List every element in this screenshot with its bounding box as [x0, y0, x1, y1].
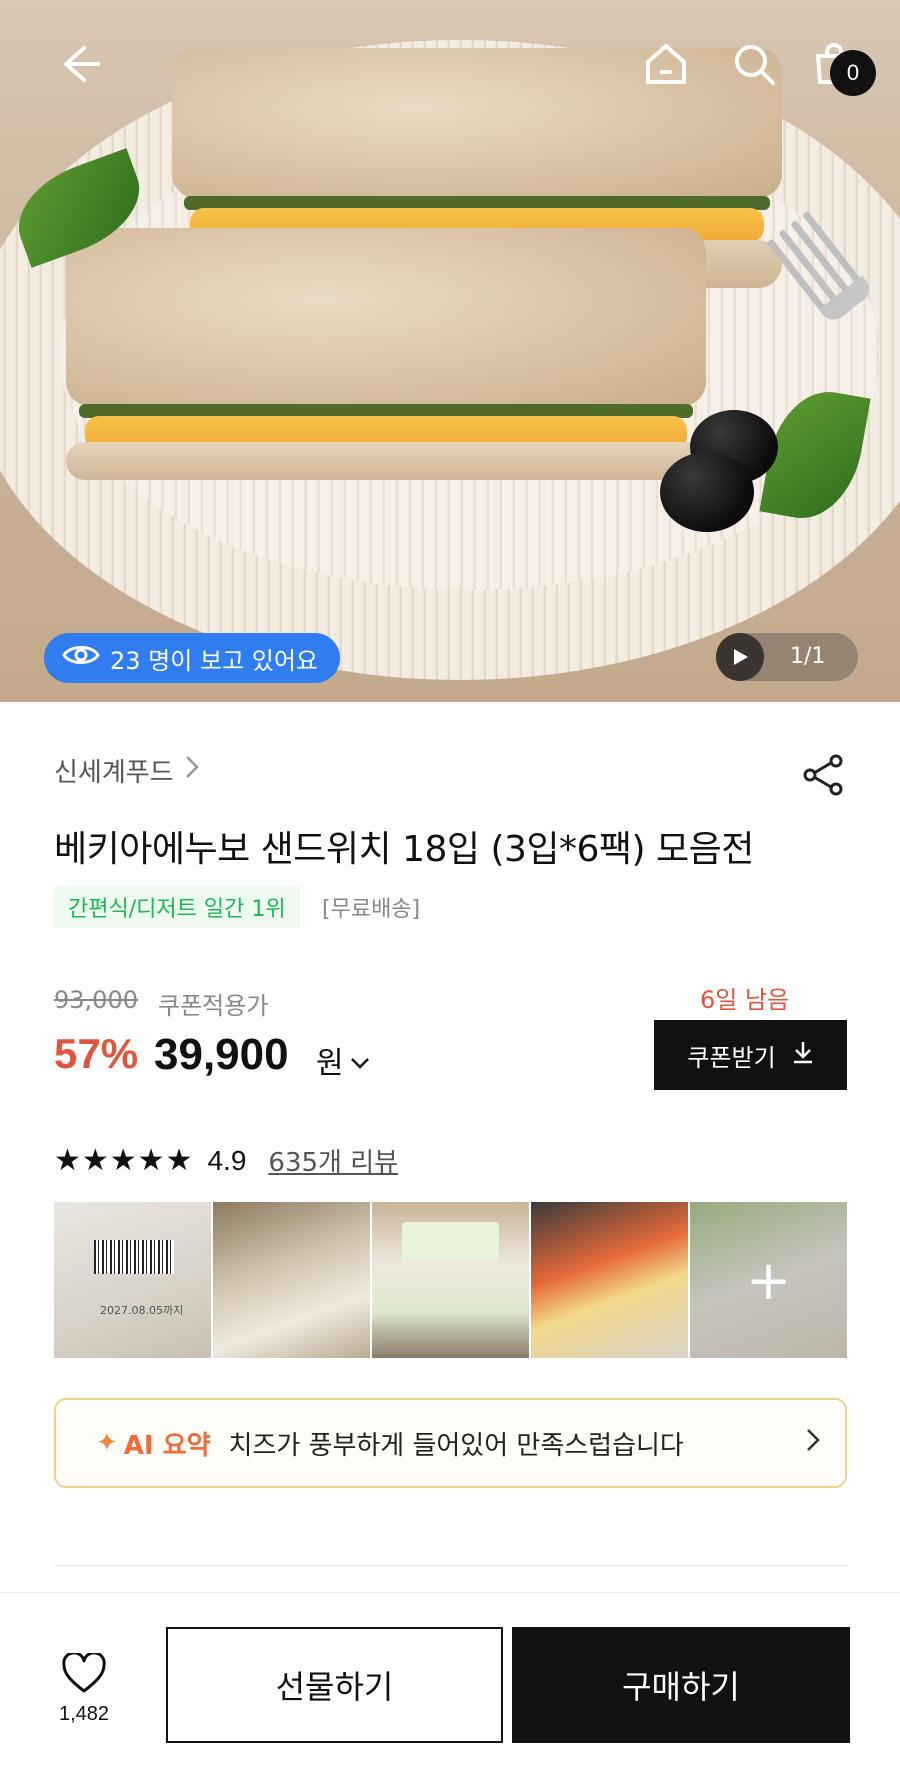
- review-photo[interactable]: 2027.08.05까지: [54, 1202, 211, 1358]
- discount-rate: 57%: [54, 1030, 139, 1077]
- review-photo[interactable]: [531, 1202, 688, 1358]
- original-price: 93,000: [54, 986, 138, 1014]
- olive-graphic: [660, 452, 754, 532]
- section-divider: [54, 1565, 847, 1566]
- image-pager: 1/1: [790, 644, 826, 669]
- sparkle-icon: ✦: [96, 1428, 118, 1458]
- free-shipping-label: [무료배송]: [322, 897, 421, 922]
- home-icon[interactable]: [636, 34, 696, 94]
- search-icon[interactable]: [724, 34, 784, 94]
- ai-summary-banner[interactable]: ✦ AI 요약 치즈가 풍부하게 들어있어 만족스럽습니다: [54, 1398, 847, 1488]
- gift-button[interactable]: 선물하기: [166, 1627, 503, 1743]
- price-detail-toggle[interactable]: 원: [316, 1038, 370, 1082]
- ai-summary-text: 치즈가 풍부하게 들어있어 만족스럽습니다: [228, 1430, 684, 1461]
- photo-date-text: 2027.08.05까지: [100, 1304, 184, 1317]
- viewing-count-badge: 23 명이 보고 있어요: [44, 633, 340, 683]
- review-photo[interactable]: [372, 1202, 529, 1358]
- currency-label: 원: [316, 1046, 344, 1081]
- coupon-price-label: 쿠폰적용가: [158, 992, 269, 1020]
- coupon-days-left: 6일 남음: [700, 986, 790, 1014]
- rank-badge: 간편식/디저트 일간 1위: [54, 886, 300, 928]
- eye-icon: [62, 642, 100, 674]
- rating-summary: ★★★★★ 4.9 635개 리뷰: [54, 1142, 398, 1179]
- product-image-carousel[interactable]: 0 23 명이 보고 있어요 1/1: [0, 0, 900, 702]
- ai-summary-label: AI 요약: [123, 1430, 211, 1461]
- product-title: 베키아에누보 샌드위치 18입 (3입*6팩) 모음전: [54, 829, 754, 870]
- chevron-down-icon: [350, 1043, 370, 1078]
- review-count-link[interactable]: 635개 리뷰: [268, 1142, 398, 1179]
- coupon-button-label: 쿠폰받기: [687, 1043, 776, 1072]
- sale-price: 39,900: [154, 1030, 289, 1079]
- heart-icon: [61, 1651, 107, 1699]
- share-icon[interactable]: [800, 752, 846, 798]
- review-photo-more[interactable]: +: [690, 1202, 847, 1358]
- brand-link[interactable]: 신세계푸드: [54, 752, 200, 789]
- cart-count-badge: 0: [830, 50, 876, 96]
- package-label-graphic: [402, 1222, 499, 1262]
- chevron-right-icon: [805, 1427, 821, 1460]
- star-rating-icon: ★★★★★: [54, 1143, 194, 1178]
- chevron-right-icon: [184, 754, 200, 787]
- review-photo-strip: 2027.08.05까지 +: [54, 1202, 847, 1358]
- barcode-graphic: [94, 1240, 174, 1274]
- wishlist-count: 1,482: [58, 1703, 110, 1725]
- wishlist-button[interactable]: 1,482: [44, 1651, 124, 1726]
- review-photo[interactable]: [213, 1202, 370, 1358]
- brand-name: 신세계푸드: [54, 758, 174, 788]
- buy-button[interactable]: 구매하기: [512, 1627, 850, 1743]
- sandwich-front-graphic: [66, 228, 706, 480]
- back-arrow-icon[interactable]: [48, 34, 108, 94]
- coupon-download-button[interactable]: 쿠폰받기: [654, 1020, 847, 1090]
- download-icon: [792, 1040, 814, 1070]
- rating-score: 4.9: [207, 1144, 247, 1176]
- plus-icon: +: [690, 1202, 847, 1358]
- play-icon[interactable]: [716, 633, 764, 681]
- bottom-action-bar: 1,482 선물하기 구매하기: [0, 1592, 900, 1773]
- viewing-count-text: 23 명이 보고 있어요: [110, 646, 318, 675]
- top-navigation-bar: 0: [0, 0, 900, 120]
